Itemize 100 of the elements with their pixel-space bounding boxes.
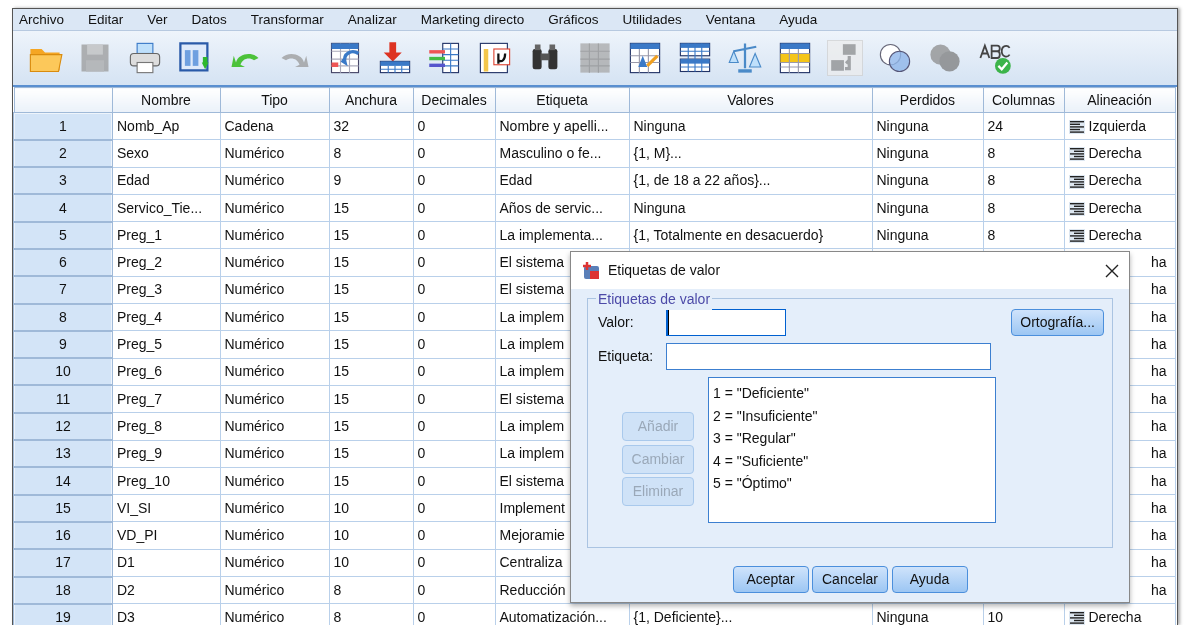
- table-cell: 15: [333, 472, 350, 489]
- table-cell: 15: [333, 390, 350, 407]
- mu-table-icon[interactable]: [477, 40, 513, 76]
- list-item[interactable]: 5 = "Óptimo": [713, 472, 991, 495]
- table-cell: 0: [417, 417, 426, 434]
- row-number[interactable]: 4: [14, 194, 112, 222]
- down-arrow-grid-icon[interactable]: [377, 40, 413, 76]
- row-number[interactable]: 18: [14, 576, 112, 604]
- align-right-icon: [1068, 147, 1085, 162]
- spelling-button[interactable]: Ortografía...: [1011, 309, 1104, 336]
- printer-icon[interactable]: [127, 40, 163, 76]
- row-number[interactable]: 17: [14, 549, 112, 577]
- menu-item[interactable]: Ver: [147, 9, 168, 30]
- table-cell: Implement: [499, 499, 565, 516]
- table-cell: La implementa...: [499, 226, 603, 243]
- menu-item[interactable]: Transformar: [250, 9, 324, 30]
- row-number[interactable]: 14: [14, 467, 112, 495]
- row-number[interactable]: 6: [14, 249, 112, 277]
- input-field[interactable]: [666, 343, 991, 370]
- table-cell: ha: [1150, 445, 1167, 462]
- row-number[interactable]: 15: [14, 494, 112, 522]
- row-number[interactable]: 8: [14, 303, 112, 331]
- menu-item[interactable]: Ayuda: [779, 9, 818, 30]
- table-cell: 10: [333, 554, 350, 571]
- dialog-title: Etiquetas de valor: [608, 261, 722, 280]
- variable-name: Nomb_Ap: [117, 117, 180, 134]
- table-cell: {1, M}...: [633, 144, 682, 161]
- field-label: Valor:: [598, 313, 635, 332]
- table-cell: La implem: [499, 417, 565, 434]
- dialog-button[interactable]: Cancelar: [812, 566, 888, 593]
- table-cell: Numérico: [224, 527, 285, 544]
- column-header[interactable]: Perdidos: [872, 87, 983, 113]
- menu-item[interactable]: Datos: [191, 9, 227, 30]
- variable-name: Preg_5: [117, 336, 163, 352]
- scale-icon[interactable]: [727, 40, 763, 76]
- variable-name: Servico_Tie...: [117, 199, 203, 216]
- table-cell: 0: [417, 390, 426, 407]
- menu-item[interactable]: Analizar: [347, 9, 397, 30]
- table-cell: 10: [333, 499, 350, 516]
- column-header[interactable]: Alineación: [1064, 87, 1175, 113]
- highlighted-grid-icon[interactable]: [777, 40, 813, 76]
- dialog-button[interactable]: Aceptar: [732, 566, 809, 593]
- table-cell: Ninguna: [633, 199, 686, 216]
- table-cell: Reducción: [499, 581, 566, 598]
- column-header[interactable]: Tipo: [220, 87, 329, 113]
- row-number[interactable]: 16: [14, 521, 112, 550]
- row-number[interactable]: 7: [14, 276, 112, 304]
- column-header[interactable]: Valores: [629, 87, 872, 113]
- variable-name: Preg_6: [117, 363, 163, 380]
- row-number[interactable]: 2: [14, 139, 112, 168]
- column-header[interactable]: Anchura: [329, 87, 413, 113]
- table-cell: Ninguna: [876, 199, 929, 216]
- dialog-button[interactable]: Ayuda: [891, 566, 968, 593]
- variable-name: Edad: [117, 172, 150, 189]
- table-cell: 15: [333, 363, 350, 380]
- list-item[interactable]: 4 = "Suficiente": [713, 449, 991, 472]
- table-cell: ha: [1150, 308, 1167, 325]
- table-cell: ha: [1150, 254, 1167, 271]
- align-right-icon: [1068, 229, 1085, 244]
- menu-item[interactable]: Marketing directo: [420, 9, 525, 30]
- column-header[interactable]: Decimales: [413, 87, 495, 113]
- row-number[interactable]: 12: [14, 412, 112, 441]
- table-cell: {1, Totalmente en desacuerdo}: [633, 226, 824, 243]
- label-list[interactable]: 1 = "Deficiente" 2 = "Insuficiente" 3 = "Regular" 4 = "Suficiente" 5 = "Óptimo": [708, 377, 996, 523]
- variable-name: D2: [117, 581, 135, 598]
- table-cell: Cadena: [224, 117, 274, 134]
- table-cell: Numérico: [224, 472, 285, 489]
- grid-pencil-icon[interactable]: [627, 40, 663, 76]
- table-cell: 8: [333, 144, 342, 161]
- menu-item[interactable]: Archivo: [19, 9, 64, 30]
- menu-item[interactable]: Ventana: [705, 9, 756, 30]
- row-number[interactable]: 11: [14, 385, 112, 413]
- table-cell: Derecha: [1088, 226, 1142, 243]
- input-field[interactable]: [666, 309, 786, 336]
- table-cell: ha: [1150, 554, 1167, 571]
- column-header[interactable]: Nombre: [112, 87, 220, 113]
- column-header[interactable]: Etiqueta: [495, 87, 629, 113]
- table-cell: 0: [417, 226, 426, 243]
- row-number[interactable]: 9: [14, 330, 112, 359]
- table-cell: Numérico: [224, 417, 285, 434]
- menu-item[interactable]: Gráficos: [548, 9, 599, 30]
- menu-item[interactable]: Utilidades: [622, 9, 682, 30]
- table-cell: Numérico: [224, 226, 285, 243]
- row-number[interactable]: 1: [14, 112, 112, 140]
- table-cell: ha: [1150, 281, 1167, 298]
- row-number[interactable]: 5: [14, 221, 112, 249]
- table-cell: ha: [1150, 363, 1167, 380]
- table-cell: ha: [1150, 336, 1167, 352]
- row-number[interactable]: 19: [14, 603, 112, 625]
- table-cell: 8: [987, 199, 996, 216]
- list-item[interactable]: 3 = "Regular": [713, 427, 991, 450]
- menu-item[interactable]: Editar: [88, 9, 124, 30]
- column-header[interactable]: Columnas: [983, 87, 1064, 113]
- close-icon[interactable]: [1105, 263, 1119, 278]
- list-item[interactable]: 2 = "Insuficiente": [713, 404, 991, 427]
- align-right-icon: [1068, 611, 1085, 625]
- table-cell: Numérico: [224, 363, 285, 380]
- variable-name: D1: [117, 554, 135, 571]
- table-cell: 32: [333, 117, 350, 134]
- list-item[interactable]: 1 = "Deficiente": [713, 382, 991, 405]
